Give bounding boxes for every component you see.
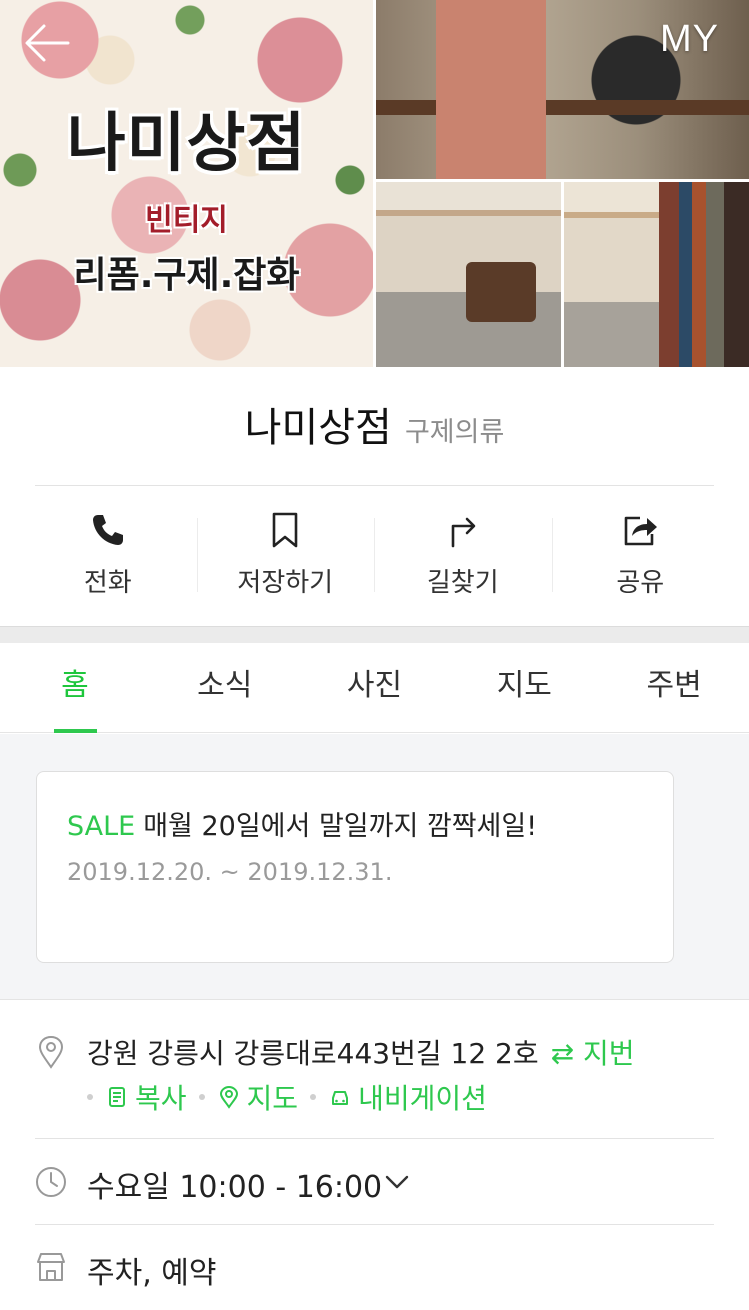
map-link[interactable]: 지도 bbox=[217, 1077, 299, 1117]
my-button[interactable]: MY bbox=[660, 18, 719, 61]
notice-title: SALE 매월 20일에서 말일까지 깜짝세일! bbox=[67, 804, 537, 843]
amenities-text: 주차, 예약 bbox=[87, 1256, 217, 1291]
sign-subtitle: 빈티지 bbox=[145, 203, 228, 238]
save-label: 저장하기 bbox=[237, 568, 334, 598]
chevron-down-icon[interactable] bbox=[383, 1170, 411, 1194]
tab-map[interactable]: 지도 bbox=[449, 643, 599, 732]
place-category: 구제의류 bbox=[404, 417, 505, 448]
divider bbox=[35, 1224, 714, 1225]
arrow-left-icon[interactable] bbox=[24, 22, 70, 64]
phone-icon bbox=[92, 515, 123, 545]
copy-address-link[interactable]: 복사 bbox=[105, 1077, 187, 1117]
share-label: 공유 bbox=[616, 568, 665, 598]
notice-section: SALE 매월 20일에서 말일까지 깜짝세일! 2019.12.20. ~ 20… bbox=[0, 734, 749, 1000]
map-pin-icon bbox=[219, 1085, 238, 1109]
sign-tagline: 리폼.구제.잡화 bbox=[73, 255, 300, 296]
map-label: 지도 bbox=[246, 1082, 299, 1115]
car-icon bbox=[332, 1091, 349, 1105]
notice-date-range: 2019.12.20. ~ 2019.12.31. bbox=[67, 858, 393, 886]
address-text: 강원 강릉시 강릉대로443번길 12 2호 bbox=[87, 1037, 539, 1070]
separator-dot bbox=[198, 1094, 205, 1100]
action-bar: 전화 저장하기 길찾기 공유 bbox=[19, 510, 729, 600]
tab-bar: 홈 소식 사진 지도 주변 bbox=[0, 643, 749, 733]
navigation-label: 내비게이션 bbox=[358, 1082, 487, 1115]
save-button[interactable]: 저장하기 bbox=[196, 510, 375, 600]
share-button[interactable]: 공유 bbox=[551, 510, 730, 600]
divider bbox=[35, 1138, 714, 1139]
tab-nearby[interactable]: 주변 bbox=[599, 643, 749, 732]
swap-arrows-icon: ⇄ bbox=[550, 1037, 575, 1070]
store-interior-photo-2[interactable] bbox=[376, 182, 561, 367]
store-icon bbox=[37, 1253, 65, 1281]
navigation-link[interactable]: 내비게이션 bbox=[328, 1077, 487, 1117]
location-pin-icon bbox=[38, 1035, 64, 1069]
bookmark-icon bbox=[272, 512, 298, 548]
section-separator bbox=[0, 626, 749, 643]
address-links: 복사 지도 내비게이션 bbox=[87, 1077, 487, 1117]
sale-tag: SALE bbox=[67, 811, 136, 842]
directions-icon bbox=[451, 517, 476, 548]
place-title-row: 나미상점 구제의류 bbox=[0, 395, 749, 453]
directions-label: 길찾기 bbox=[426, 568, 499, 598]
business-hours[interactable]: 수요일 10:00 - 16:00 bbox=[87, 1162, 382, 1206]
separator-dot bbox=[310, 1094, 317, 1100]
tab-news[interactable]: 소식 bbox=[150, 643, 300, 732]
sale-notice-card[interactable]: SALE 매월 20일에서 말일까지 깜짝세일! 2019.12.20. ~ 20… bbox=[36, 771, 674, 963]
jibun-toggle[interactable]: ⇄ 지번 bbox=[551, 1037, 635, 1070]
address-row: 강원 강릉시 강릉대로443번길 12 2호 ⇄ 지번 bbox=[87, 1032, 635, 1072]
divider bbox=[35, 485, 714, 486]
place-name: 나미상점 bbox=[244, 405, 392, 451]
photo-collage[interactable]: 나미상점 빈티지 리폼.구제.잡화 MY bbox=[0, 0, 749, 367]
call-button[interactable]: 전화 bbox=[19, 510, 197, 600]
tab-home[interactable]: 홈 bbox=[0, 643, 150, 733]
copy-icon bbox=[109, 1087, 125, 1107]
separator-dot bbox=[87, 1094, 93, 1100]
jibun-label: 지번 bbox=[583, 1037, 635, 1070]
directions-button[interactable]: 길찾기 bbox=[374, 510, 552, 600]
notice-text: 매월 20일에서 말일까지 깜짝세일! bbox=[143, 811, 538, 842]
copy-label: 복사 bbox=[135, 1082, 187, 1115]
store-interior-photo-3[interactable] bbox=[564, 182, 749, 367]
share-icon bbox=[624, 516, 658, 546]
sign-title: 나미상점 bbox=[66, 107, 307, 181]
tab-photos[interactable]: 사진 bbox=[300, 643, 450, 732]
clock-icon bbox=[36, 1167, 66, 1197]
call-label: 전화 bbox=[83, 568, 132, 598]
